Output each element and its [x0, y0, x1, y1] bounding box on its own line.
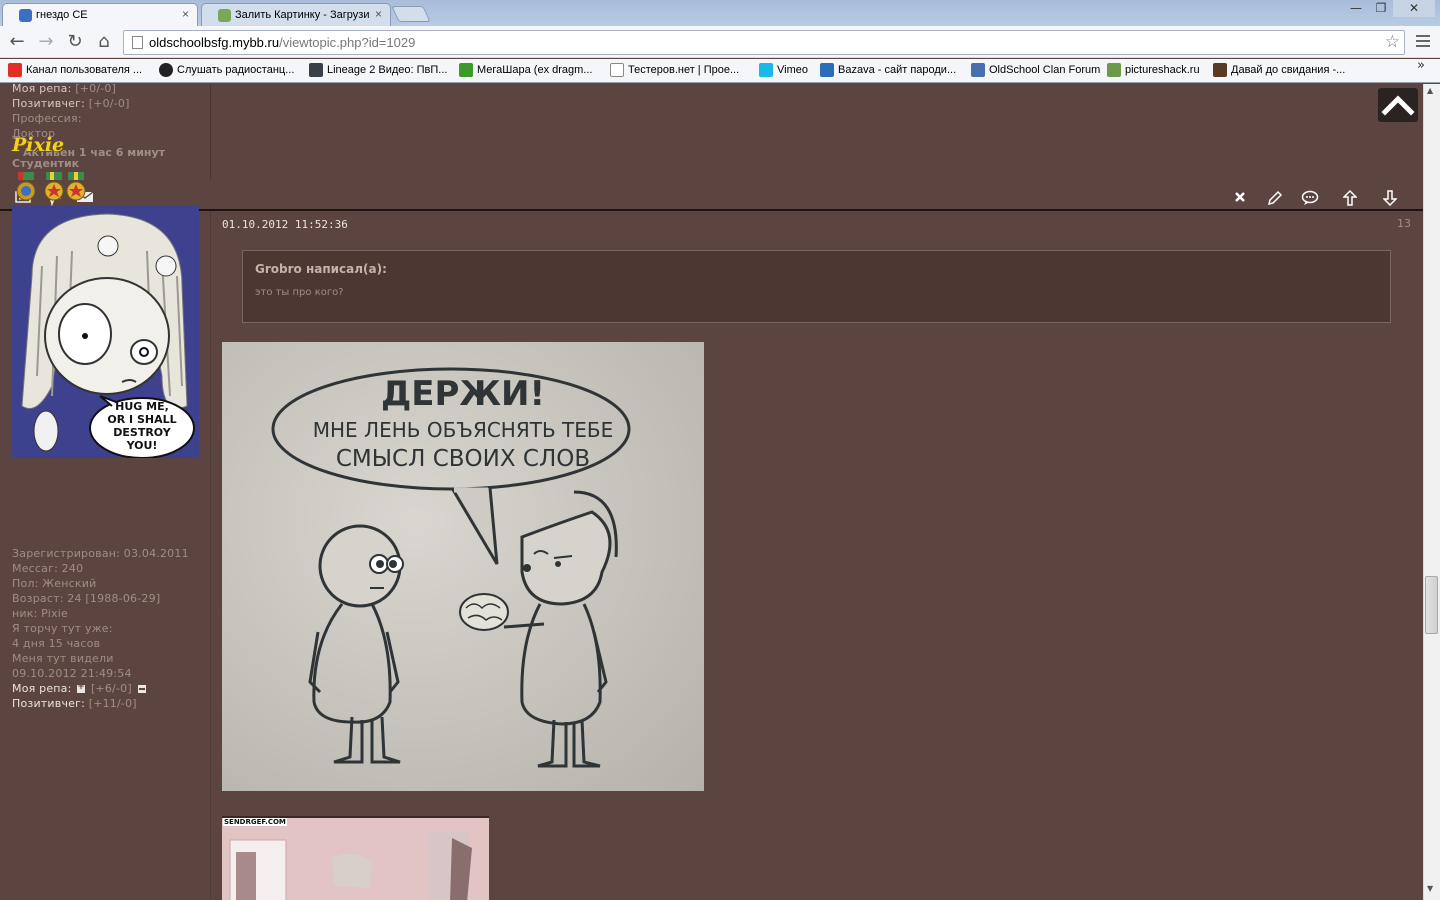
medal-icon	[66, 172, 86, 201]
rep-plus-button[interactable]	[77, 682, 86, 693]
vimeo-icon	[759, 63, 773, 77]
close-icon[interactable]: ×	[375, 7, 382, 21]
author-rep-row: Моя репа: [+6/-0]	[12, 682, 148, 695]
author-lastseen-time: 09.10.2012 21:49:54	[12, 667, 132, 680]
author-messages: Мессаг: 240	[12, 562, 84, 575]
prev-profession-label: Профессия:	[12, 112, 82, 125]
svg-text:HUG ME,: HUG ME,	[115, 400, 169, 413]
comic-line-1: ДЕРЖИ!	[380, 374, 545, 414]
svg-text:YOU!: YOU!	[126, 439, 158, 452]
lineage-icon	[309, 63, 323, 77]
brain-icon	[459, 593, 509, 631]
page-scrollbar[interactable]	[1423, 84, 1440, 900]
quote-bubble-icon[interactable]	[1301, 190, 1319, 208]
tab-gnezdo[interactable]: гнездо СЕ ×	[2, 3, 198, 26]
bookmark-item[interactable]: OldSchool Clan Forum	[971, 63, 1100, 79]
tab-title: Залить Картинку - Загрузи	[235, 9, 370, 21]
medal-icon	[44, 172, 64, 201]
browser-window: гнездо СЕ × Залить Картинку - Загрузи × …	[0, 0, 1440, 900]
author-avatar[interactable]: HUG ME, OR I SHALL DESTROY YOU!	[12, 206, 199, 458]
scroll-down-arrow-icon[interactable]	[1381, 190, 1399, 208]
prev-positive-row: Позитивчег: [+0/-0]	[12, 97, 130, 110]
author-lastseen-label: Меня тут видели	[12, 652, 114, 665]
bazava-icon	[820, 63, 834, 77]
bookmark-item[interactable]: Lineage 2 Видео: ПвП...	[309, 63, 447, 79]
scroll-down-icon[interactable]: ▼	[1427, 884, 1433, 893]
edit-pencil-icon[interactable]	[1266, 190, 1284, 208]
home-icon[interactable]: ⌂	[93, 31, 115, 53]
bookmark-item[interactable]: Vimeo	[759, 63, 808, 79]
url-text[interactable]: oldschoolbsfg.mybb.ru/viewtopic.php?id=1…	[149, 35, 415, 50]
rep-minus-button[interactable]	[137, 685, 146, 693]
comic-line-2: МНЕ ЛЕНЬ ОБЪЯСНЯТЬ ТЕБЕ	[312, 418, 614, 442]
forward-arrow-icon[interactable]: →	[35, 31, 57, 53]
bookmark-item[interactable]: Давай до свидания -...	[1213, 63, 1345, 79]
post-actions-bar	[0, 187, 1423, 211]
restore-button[interactable]: ❐	[1369, 0, 1393, 17]
author-gender: Пол: Женский	[12, 577, 97, 590]
scroll-to-top-button[interactable]	[1378, 88, 1418, 122]
gif-watermark: SENDRGEF.COM	[223, 818, 287, 826]
comic-image[interactable]: ДЕРЖИ! МНЕ ЛЕНЬ ОБЪЯСНЯТЬ ТЕБЕ СМЫСЛ СВО…	[222, 342, 704, 791]
page-icon	[610, 63, 624, 77]
author-positive-row: Позитивчег: [+11/-0]	[12, 697, 137, 710]
bookmark-item[interactable]: МегаШара (ex dragm...	[459, 63, 592, 79]
forum-favicon-icon	[19, 9, 32, 22]
bookmarks-overflow-icon[interactable]: »	[1417, 58, 1425, 73]
quote-box: Grobro написал(а): это ты про кого?	[242, 250, 1391, 323]
svg-text:OR I SHALL: OR I SHALL	[107, 413, 176, 426]
bookmark-star-icon[interactable]: ☆	[1385, 32, 1400, 52]
megashara-icon	[459, 63, 473, 77]
post-date[interactable]: 01.10.2012 11:52:36	[222, 218, 348, 231]
bookmarks-bar: Канал пользователя ... Слушать радиостан…	[0, 59, 1440, 83]
bookmark-item[interactable]: Канал пользователя ...	[8, 63, 142, 79]
close-icon[interactable]: ×	[182, 7, 189, 21]
address-bar[interactable]: oldschoolbsfg.mybb.ru/viewtopic.php?id=1…	[123, 30, 1405, 55]
bookmark-item[interactable]: Bazava - сайт пароди...	[820, 63, 956, 79]
delete-icon[interactable]	[1231, 190, 1249, 208]
author-online-time: 4 дня 15 часов	[12, 637, 101, 650]
pictureshack-icon	[1107, 63, 1121, 77]
tab-title: гнездо СЕ	[36, 9, 88, 21]
quote-author: Grobro написал(а):	[255, 262, 387, 276]
medals	[16, 172, 88, 202]
close-window-button[interactable]: ✕	[1393, 0, 1435, 17]
menu-icon[interactable]	[1416, 33, 1432, 49]
author-nick: ник: Pixie	[12, 607, 68, 620]
forum-page: Моя репа: [+0/-0] Позитивчег: [+0/-0] Пр…	[0, 84, 1423, 900]
post-number[interactable]: 13	[1397, 217, 1411, 230]
author-rank: Студентик	[12, 157, 80, 170]
post-separator	[0, 209, 1423, 211]
reload-icon[interactable]: ↻	[64, 31, 86, 53]
bookmark-item[interactable]: Тестеров.нет | Прое...	[610, 63, 739, 79]
author-online-label: Я торчу тут уже:	[12, 622, 113, 635]
title-bar: гнездо СЕ × Залить Картинку - Загрузи × …	[0, 0, 1440, 26]
bookmark-item[interactable]: pictureshack.ru	[1107, 63, 1200, 79]
comic-line-3: СМЫСЛ СВОИХ СЛОВ	[335, 446, 591, 472]
image-favicon-icon	[218, 9, 231, 22]
author-registered: Зарегистрирован: 03.04.2011	[12, 547, 189, 560]
back-arrow-icon[interactable]: ←	[6, 31, 28, 53]
gif-image[interactable]: SENDRGEF.COM	[222, 816, 489, 900]
bookmark-item[interactable]: Слушать радиостанц...	[159, 63, 294, 79]
minimize-button[interactable]: —	[1343, 0, 1369, 17]
scrollbar-thumb[interactable]	[1425, 576, 1438, 634]
scroll-up-icon[interactable]: ▲	[1427, 86, 1433, 95]
svg-text:DESTROY: DESTROY	[113, 426, 172, 439]
tab-upload-image[interactable]: Залить Картинку - Загрузи ×	[201, 3, 391, 26]
ta-icon	[1213, 63, 1227, 77]
medal-icon	[16, 172, 36, 201]
column-divider	[210, 84, 211, 179]
new-tab-button[interactable]	[391, 6, 431, 22]
youtube-icon	[8, 63, 22, 77]
prev-rep-row: Моя репа: [+0/-0]	[12, 84, 117, 95]
scroll-up-arrow-icon[interactable]	[1341, 189, 1359, 208]
author-age: Возраст: 24 [1988-06-29]	[12, 592, 161, 605]
forum-icon	[971, 63, 985, 77]
page-icon	[132, 36, 143, 49]
quote-text: это ты про кого?	[255, 287, 344, 298]
paw-icon	[159, 63, 173, 77]
post-author-name[interactable]: Pixie	[12, 134, 64, 156]
